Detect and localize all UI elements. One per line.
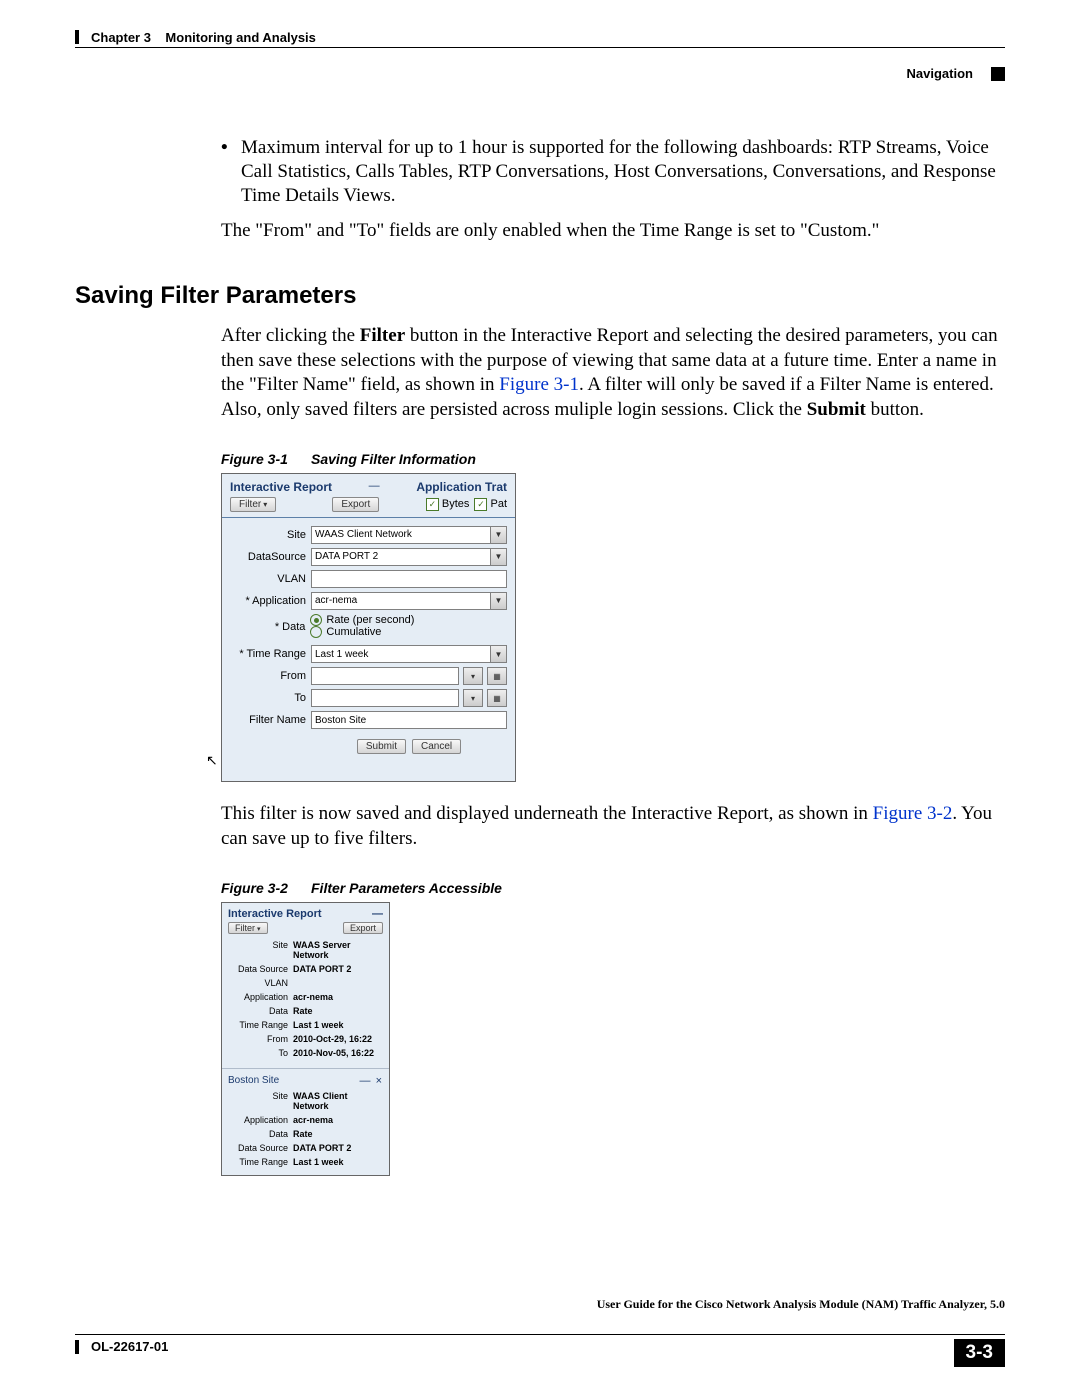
bullet-text: Maximum interval for up to 1 hour is sup…	[241, 136, 1005, 207]
nav-right: Navigation	[75, 66, 1005, 81]
running-header: Chapter 3 Monitoring and Analysis	[75, 30, 1005, 44]
figure-caption: Figure 3-2 Filter Parameters Accessible	[221, 880, 1005, 896]
export-button[interactable]: Export	[332, 497, 379, 512]
vlan-input[interactable]	[311, 570, 507, 588]
body-paragraph: After clicking the Filter button in the …	[221, 324, 1005, 423]
dropdown-icon: ▼	[490, 593, 506, 609]
header-rule	[75, 47, 1005, 48]
page-number: 3-3	[954, 1339, 1005, 1367]
application-select[interactable]: acr-nema▼	[311, 592, 507, 610]
chapter-title: Monitoring and Analysis	[165, 30, 315, 45]
calendar-icon[interactable]: ▦	[487, 667, 507, 685]
figure-3-2: Interactive Report— Filter Export SiteWA…	[221, 902, 390, 1176]
packets-checkbox[interactable]: ✓Pat	[474, 498, 507, 511]
export-button[interactable]: Export	[343, 922, 383, 934]
saved-filter-title: Boston Site	[228, 1075, 279, 1086]
chapter-label: Chapter 3	[91, 30, 151, 45]
filter-button[interactable]: Filter	[230, 497, 276, 512]
bullet-item: • Maximum interval for up to 1 hour is s…	[221, 136, 1005, 207]
to-date-input[interactable]	[311, 689, 459, 707]
calendar-icon[interactable]: ▾	[463, 689, 483, 707]
timerange-select[interactable]: Last 1 week▼	[311, 645, 507, 663]
dropdown-icon: ▼	[490, 646, 506, 662]
body-paragraph: This filter is now saved and displayed u…	[221, 802, 1005, 851]
calendar-icon[interactable]: ▦	[487, 689, 507, 707]
nav-label: Navigation	[907, 66, 973, 81]
panel-title: Interactive Report—	[222, 903, 389, 922]
cursor-icon: ↖	[206, 752, 487, 769]
close-icon[interactable]: ×	[376, 1075, 383, 1087]
guide-title: User Guide for the Cisco Network Analysi…	[75, 1297, 1005, 1312]
figure-3-1-link[interactable]: Figure 3-1	[499, 374, 579, 395]
nav-square-icon	[991, 67, 1005, 81]
body-paragraph: The "From" and "To" fields are only enab…	[221, 219, 1005, 244]
panel-title: Interactive Report	[230, 480, 332, 494]
from-date-input[interactable]	[311, 667, 459, 685]
rate-radio[interactable]: Rate (per second)	[310, 614, 414, 626]
filter-name-input[interactable]: Boston Site	[311, 711, 507, 729]
datasource-select[interactable]: DATA PORT 2▼	[311, 548, 507, 566]
footer-bar-icon	[75, 1340, 79, 1354]
header-bar-icon	[75, 30, 79, 44]
saved-filter-header: Boston Site — ×	[222, 1068, 389, 1089]
site-select[interactable]: WAAS Client Network▼	[311, 526, 507, 544]
filter-button[interactable]: Filter	[228, 922, 268, 934]
figure-3-1: Interactive Report — Application Trat Fi…	[221, 473, 516, 783]
bytes-checkbox[interactable]: ✓Bytes	[426, 498, 470, 511]
calendar-icon[interactable]: ▾	[463, 667, 483, 685]
figure-caption: Figure 3-1 Saving Filter Information	[221, 451, 1005, 467]
cumulative-radio[interactable]: Cumulative	[310, 626, 381, 638]
dropdown-icon: ▼	[490, 549, 506, 565]
doc-id: OL-22617-01	[91, 1339, 168, 1354]
figure-3-2-link[interactable]: Figure 3-2	[873, 803, 953, 824]
section-heading: Saving Filter Parameters	[75, 282, 1005, 310]
app-trat-label: Application Trat	[416, 480, 507, 494]
page-footer: User Guide for the Cisco Network Analysi…	[75, 1317, 1005, 1367]
minimize-icon[interactable]: —	[360, 1075, 372, 1087]
dropdown-icon: ▼	[490, 527, 506, 543]
